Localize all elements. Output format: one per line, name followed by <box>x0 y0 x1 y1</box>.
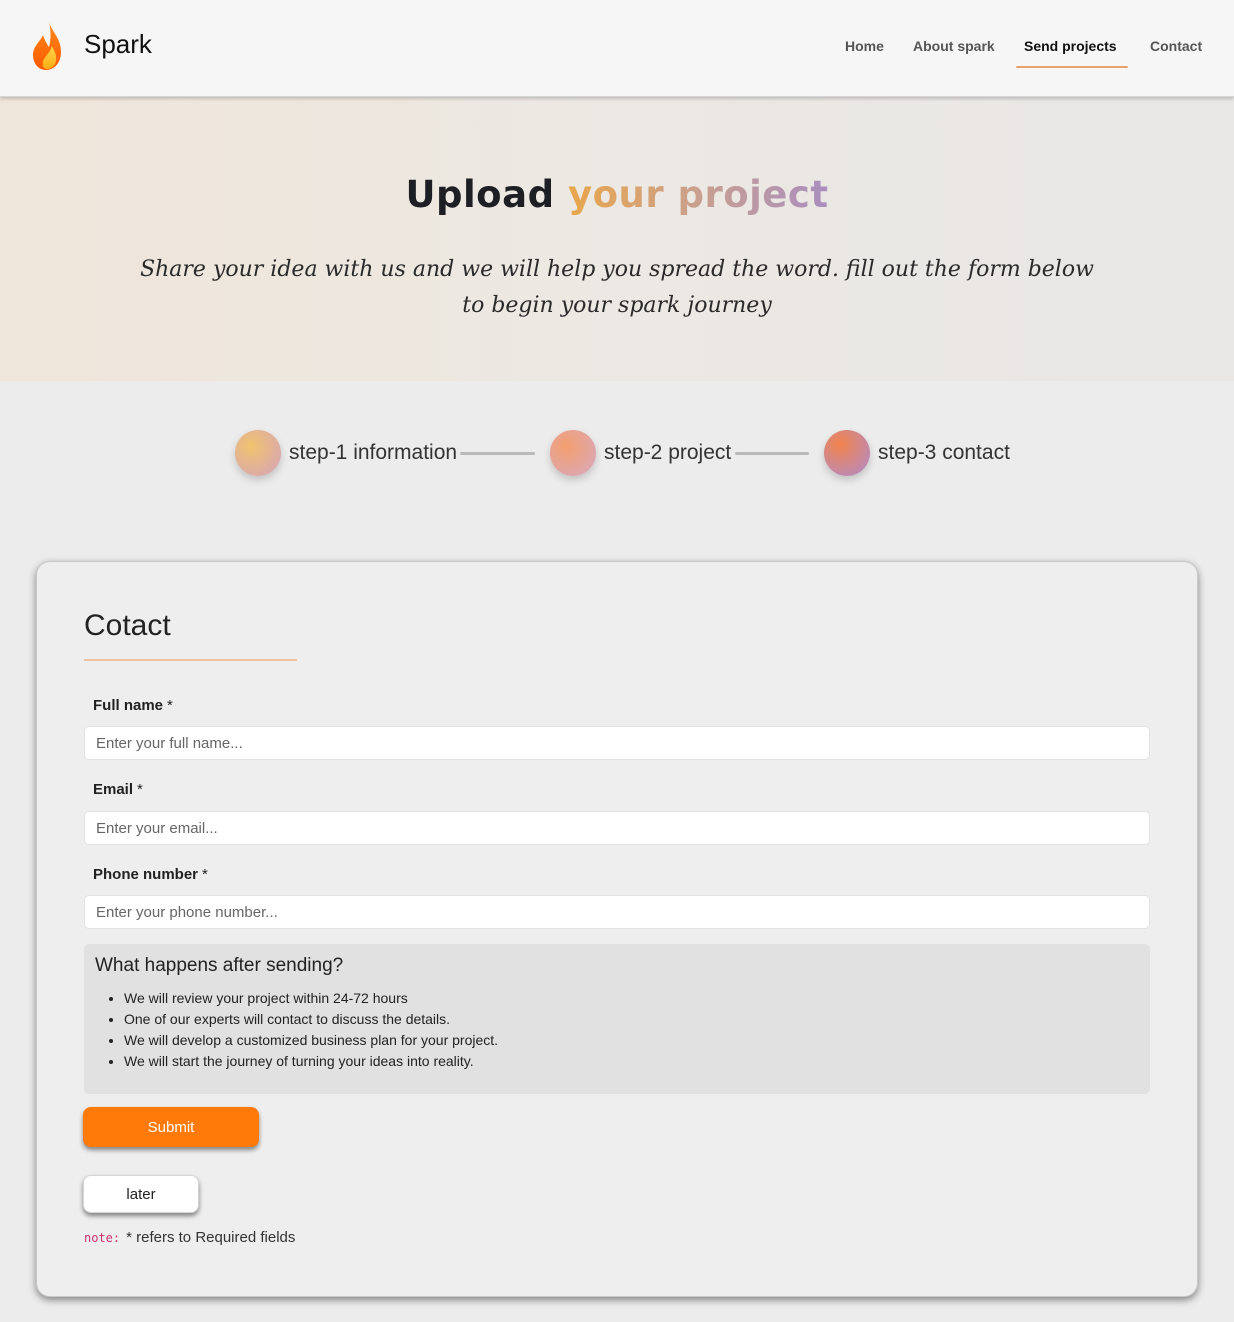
hero-section: Upload your project Share your idea with… <box>0 97 1234 381</box>
info-list: We will review your project within 24-72… <box>124 988 498 1072</box>
nav-contact[interactable]: Contact <box>1150 38 1202 54</box>
later-button[interactable]: later <box>83 1175 199 1213</box>
step-1-label: step-1 information <box>289 441 458 464</box>
required-note: note: * refers to Required fields <box>84 1229 295 1246</box>
title-plain: Upload <box>405 173 555 216</box>
step-connector <box>460 452 535 455</box>
brand-name[interactable]: Spark <box>84 29 152 60</box>
after-sending-info-box: What happens after sending? We will revi… <box>84 944 1150 1094</box>
step-3-label: step-3 contact <box>878 441 1010 464</box>
step-3-indicator <box>824 430 870 476</box>
form-title-underline <box>84 659 297 661</box>
required-mark: * <box>137 781 143 798</box>
page-title: Upload your project <box>0 173 1234 216</box>
nav-send-projects[interactable]: Send projects <box>1024 38 1117 54</box>
contact-form-card: Cotact Full name* Email* Phone number* W… <box>36 561 1198 1297</box>
nav-home[interactable]: Home <box>845 38 884 54</box>
required-mark: * <box>167 697 173 714</box>
required-mark: * <box>202 866 208 883</box>
info-list-item: We will start the journey of turning you… <box>124 1051 498 1072</box>
full-name-label: Full name * <box>93 697 173 714</box>
submit-button[interactable]: Submit <box>83 1107 259 1147</box>
flame-icon[interactable] <box>30 20 64 72</box>
email-label-text: Email <box>93 781 134 798</box>
phone-input[interactable] <box>84 895 1150 929</box>
email-label: Email * <box>93 781 143 798</box>
form-title: Cotact <box>84 609 171 642</box>
page-subtitle: Share your idea with us and we will help… <box>140 257 1094 318</box>
top-navbar: Spark Home About spark Send projects Con… <box>0 0 1234 97</box>
email-input[interactable] <box>84 811 1150 845</box>
phone-label: Phone number * <box>93 866 208 883</box>
title-highlight: your project <box>567 173 829 216</box>
nav-about-spark[interactable]: About spark <box>913 38 995 54</box>
active-nav-indicator <box>1016 66 1128 68</box>
note-text: * refers to Required fields <box>126 1229 296 1246</box>
info-list-item: We will review your project within 24-72… <box>124 988 498 1009</box>
info-list-item: One of our experts will contact to discu… <box>124 1009 498 1030</box>
step-2-indicator <box>550 430 596 476</box>
info-title: What happens after sending? <box>95 955 344 976</box>
full-name-label-text: Full name <box>93 697 164 714</box>
phone-label-text: Phone number <box>93 866 199 883</box>
step-1-indicator <box>235 430 281 476</box>
note-code-label: note: <box>84 1231 121 1245</box>
info-list-item: We will develop a customized business pl… <box>124 1030 498 1051</box>
full-name-input[interactable] <box>84 726 1150 760</box>
step-connector <box>735 452 809 455</box>
step-2-label: step-2 project <box>604 441 732 464</box>
